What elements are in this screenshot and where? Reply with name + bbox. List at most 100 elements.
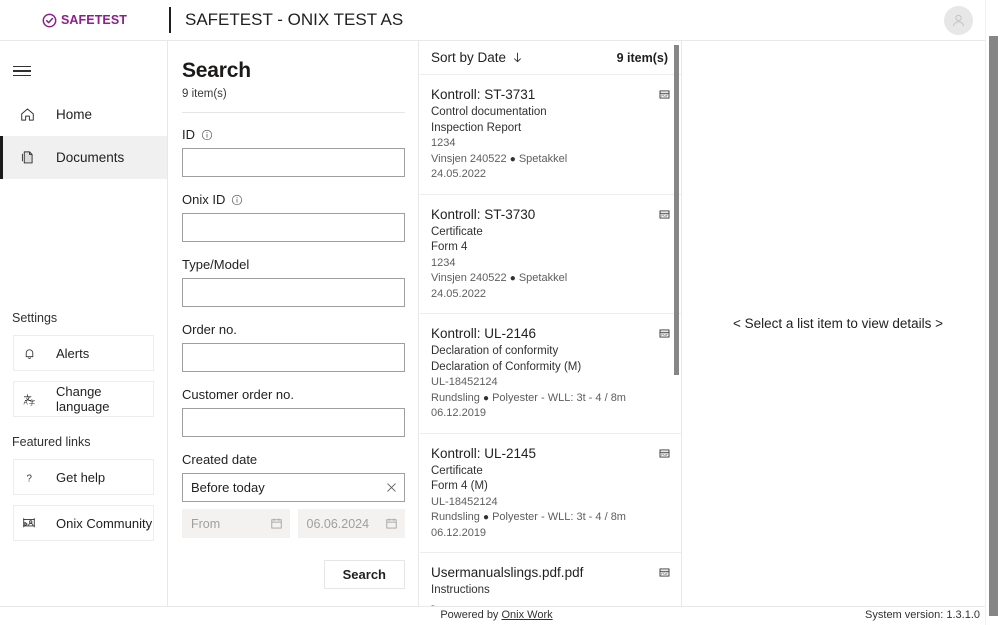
- list-item-asset-line: Rundsling ● Polyester - WLL: 3t - 4 / 8m: [431, 510, 651, 526]
- pdf-file-icon[interactable]: PDF: [657, 565, 672, 585]
- sort-label: Sort by Date: [431, 50, 507, 65]
- list-item-title: Kontroll: ST-3731: [431, 87, 536, 102]
- date-to-value: 06.06.2024: [306, 516, 370, 531]
- sidebar-item-change-language[interactable]: A 字 Change language: [13, 381, 154, 417]
- question-mark-icon: ?: [14, 470, 44, 485]
- list-item-ref: 1234: [431, 256, 456, 269]
- search-input-order-no[interactable]: [182, 343, 405, 372]
- search-button[interactable]: Search: [323, 560, 405, 589]
- avatar[interactable]: [944, 6, 973, 35]
- results-scrollbar[interactable]: [674, 41, 681, 606]
- list-item-asset-line: Rundsling ● Polyester - WLL: 3t - 4 / 8m: [431, 391, 651, 407]
- pdf-file-icon[interactable]: PDF: [657, 207, 672, 227]
- list-item-asset: Vinsjen 240522: [431, 152, 507, 165]
- results-count: 9 item(s): [616, 50, 668, 65]
- svg-text:PDF: PDF: [661, 452, 668, 456]
- list-item-doctype: Form 4: [431, 241, 468, 253]
- search-item-count: 9 item(s): [182, 88, 227, 100]
- sort-by-date-button[interactable]: Sort by Date: [431, 50, 617, 65]
- calendar-icon: [386, 518, 397, 529]
- sidebar-item-get-help[interactable]: ? Get help: [13, 459, 154, 495]
- list-item-category: Declaration of conformity: [431, 345, 559, 357]
- date-range-row: From 06.06.2024: [182, 509, 405, 538]
- results-scrollbar-thumb[interactable]: [674, 45, 679, 375]
- field-label-wrap: ID: [182, 127, 405, 142]
- table-row[interactable]: Kontroll: UL-2146 Declaration of conform…: [420, 314, 681, 434]
- home-icon: [12, 106, 42, 123]
- sidebar-item-label: Home: [56, 107, 93, 122]
- date-from-field[interactable]: From: [182, 509, 290, 538]
- sidebar-item-home[interactable]: Home: [0, 93, 167, 136]
- powered-by-prefix: Powered by: [440, 609, 502, 621]
- svg-text:?: ?: [26, 473, 32, 484]
- list-item-category: Certificate: [431, 225, 483, 238]
- powered-by: Powered by Onix Work: [0, 609, 993, 621]
- list-item-category: Instructions: [431, 584, 490, 596]
- sidebar-link-label: Get help: [56, 469, 106, 485]
- onix-work-link[interactable]: Onix Work: [502, 609, 553, 621]
- search-input-id[interactable]: [182, 148, 405, 177]
- field-label-wrap: Created date: [182, 452, 405, 467]
- list-item-doctype: Inspection Report: [431, 121, 522, 134]
- search-button-row: Search: [182, 560, 405, 589]
- brand-logo[interactable]: SAFETEST: [0, 0, 169, 41]
- list-item-title: Kontroll: UL-2145: [431, 445, 537, 461]
- list-item-date: 06.12.2019: [431, 526, 487, 539]
- search-heading: Search: [182, 59, 251, 82]
- field-label: Customer order no.: [182, 387, 294, 402]
- page-scrollbar-thumb[interactable]: [989, 36, 998, 616]
- list-item-category: Control documentation: [431, 106, 547, 118]
- sidebar-settings-heading: Settings: [12, 311, 58, 325]
- search-input-type-model[interactable]: [182, 278, 405, 307]
- created-date-dropdown[interactable]: Before today: [182, 473, 405, 502]
- info-icon[interactable]: [231, 194, 243, 206]
- sidebar-item-onix-community[interactable]: Onix Community: [13, 505, 154, 541]
- check-circle-icon: [42, 13, 57, 27]
- table-row[interactable]: Usermanualslings.pdf.pdf Instructions - …: [420, 553, 681, 606]
- divider: [182, 112, 405, 113]
- list-item-asset: Rundsling: [431, 391, 480, 404]
- list-item-date: 24.05.2022: [431, 168, 487, 180]
- hamburger-menu-button[interactable]: [0, 49, 44, 93]
- sidebar: Home Documents Settings Alerts A 字 Chang…: [0, 41, 168, 606]
- search-input-onix-id[interactable]: [182, 213, 405, 242]
- field-label-wrap: Order no.: [182, 322, 405, 337]
- field-label-wrap: Onix ID: [182, 192, 405, 207]
- field-label-wrap: Type/Model: [182, 257, 405, 272]
- sidebar-featured-heading: Featured links: [12, 435, 91, 449]
- field-id: ID: [182, 127, 405, 177]
- sidebar-item-alerts[interactable]: Alerts: [13, 335, 154, 371]
- info-icon[interactable]: [201, 129, 213, 141]
- search-input-customer-order-no[interactable]: [182, 408, 405, 437]
- sidebar-item-documents[interactable]: Documents: [0, 136, 167, 179]
- field-onix-id: Onix ID: [182, 192, 405, 242]
- arrow-down-icon: [514, 52, 521, 63]
- list-item-doctype: -: [431, 599, 435, 607]
- calendar-icon: [270, 518, 282, 529]
- date-to-field[interactable]: 06.06.2024: [297, 509, 405, 538]
- results-list-header: Sort by Date 9 item(s): [420, 41, 681, 75]
- sidebar-link-label: Alerts: [56, 345, 90, 361]
- close-x-icon[interactable]: [385, 481, 398, 494]
- field-customer-order-no: Customer order no.: [182, 387, 405, 437]
- table-row[interactable]: Kontroll: ST-3730 Certificate Form 4 123…: [420, 195, 681, 314]
- hamburger-menu-icon: [13, 62, 31, 79]
- table-row[interactable]: Kontroll: ST-3731 Control documentation …: [420, 75, 681, 195]
- pdf-file-icon[interactable]: PDF: [657, 446, 672, 466]
- field-label: Onix ID: [182, 192, 226, 207]
- translate-icon: A 字: [14, 392, 44, 407]
- app-title-wrap: SAFETEST - ONIX TEST AS: [169, 0, 993, 41]
- table-row[interactable]: Kontroll: UL-2145 Certificate Form 4 (M)…: [420, 434, 681, 553]
- sidebar-item-label: Documents: [56, 150, 125, 165]
- list-item-title: Usermanualslings.pdf.pdf: [431, 565, 584, 580]
- detail-empty-message: < Select a list item to view details >: [732, 316, 944, 331]
- pdf-file-icon[interactable]: PDF: [657, 326, 672, 346]
- list-item-doctype: Form 4 (M): [431, 480, 488, 492]
- field-type-model: Type/Model: [182, 257, 405, 307]
- community-person-icon: [14, 515, 44, 531]
- footer: Powered by Onix Work System version: 1.3…: [0, 606, 993, 625]
- pdf-file-icon[interactable]: PDF: [657, 87, 672, 107]
- separator-dot-icon: ●: [509, 273, 516, 284]
- list-item-doctype: Declaration of Conformity (M): [431, 360, 582, 373]
- page-scrollbar[interactable]: [985, 0, 1000, 625]
